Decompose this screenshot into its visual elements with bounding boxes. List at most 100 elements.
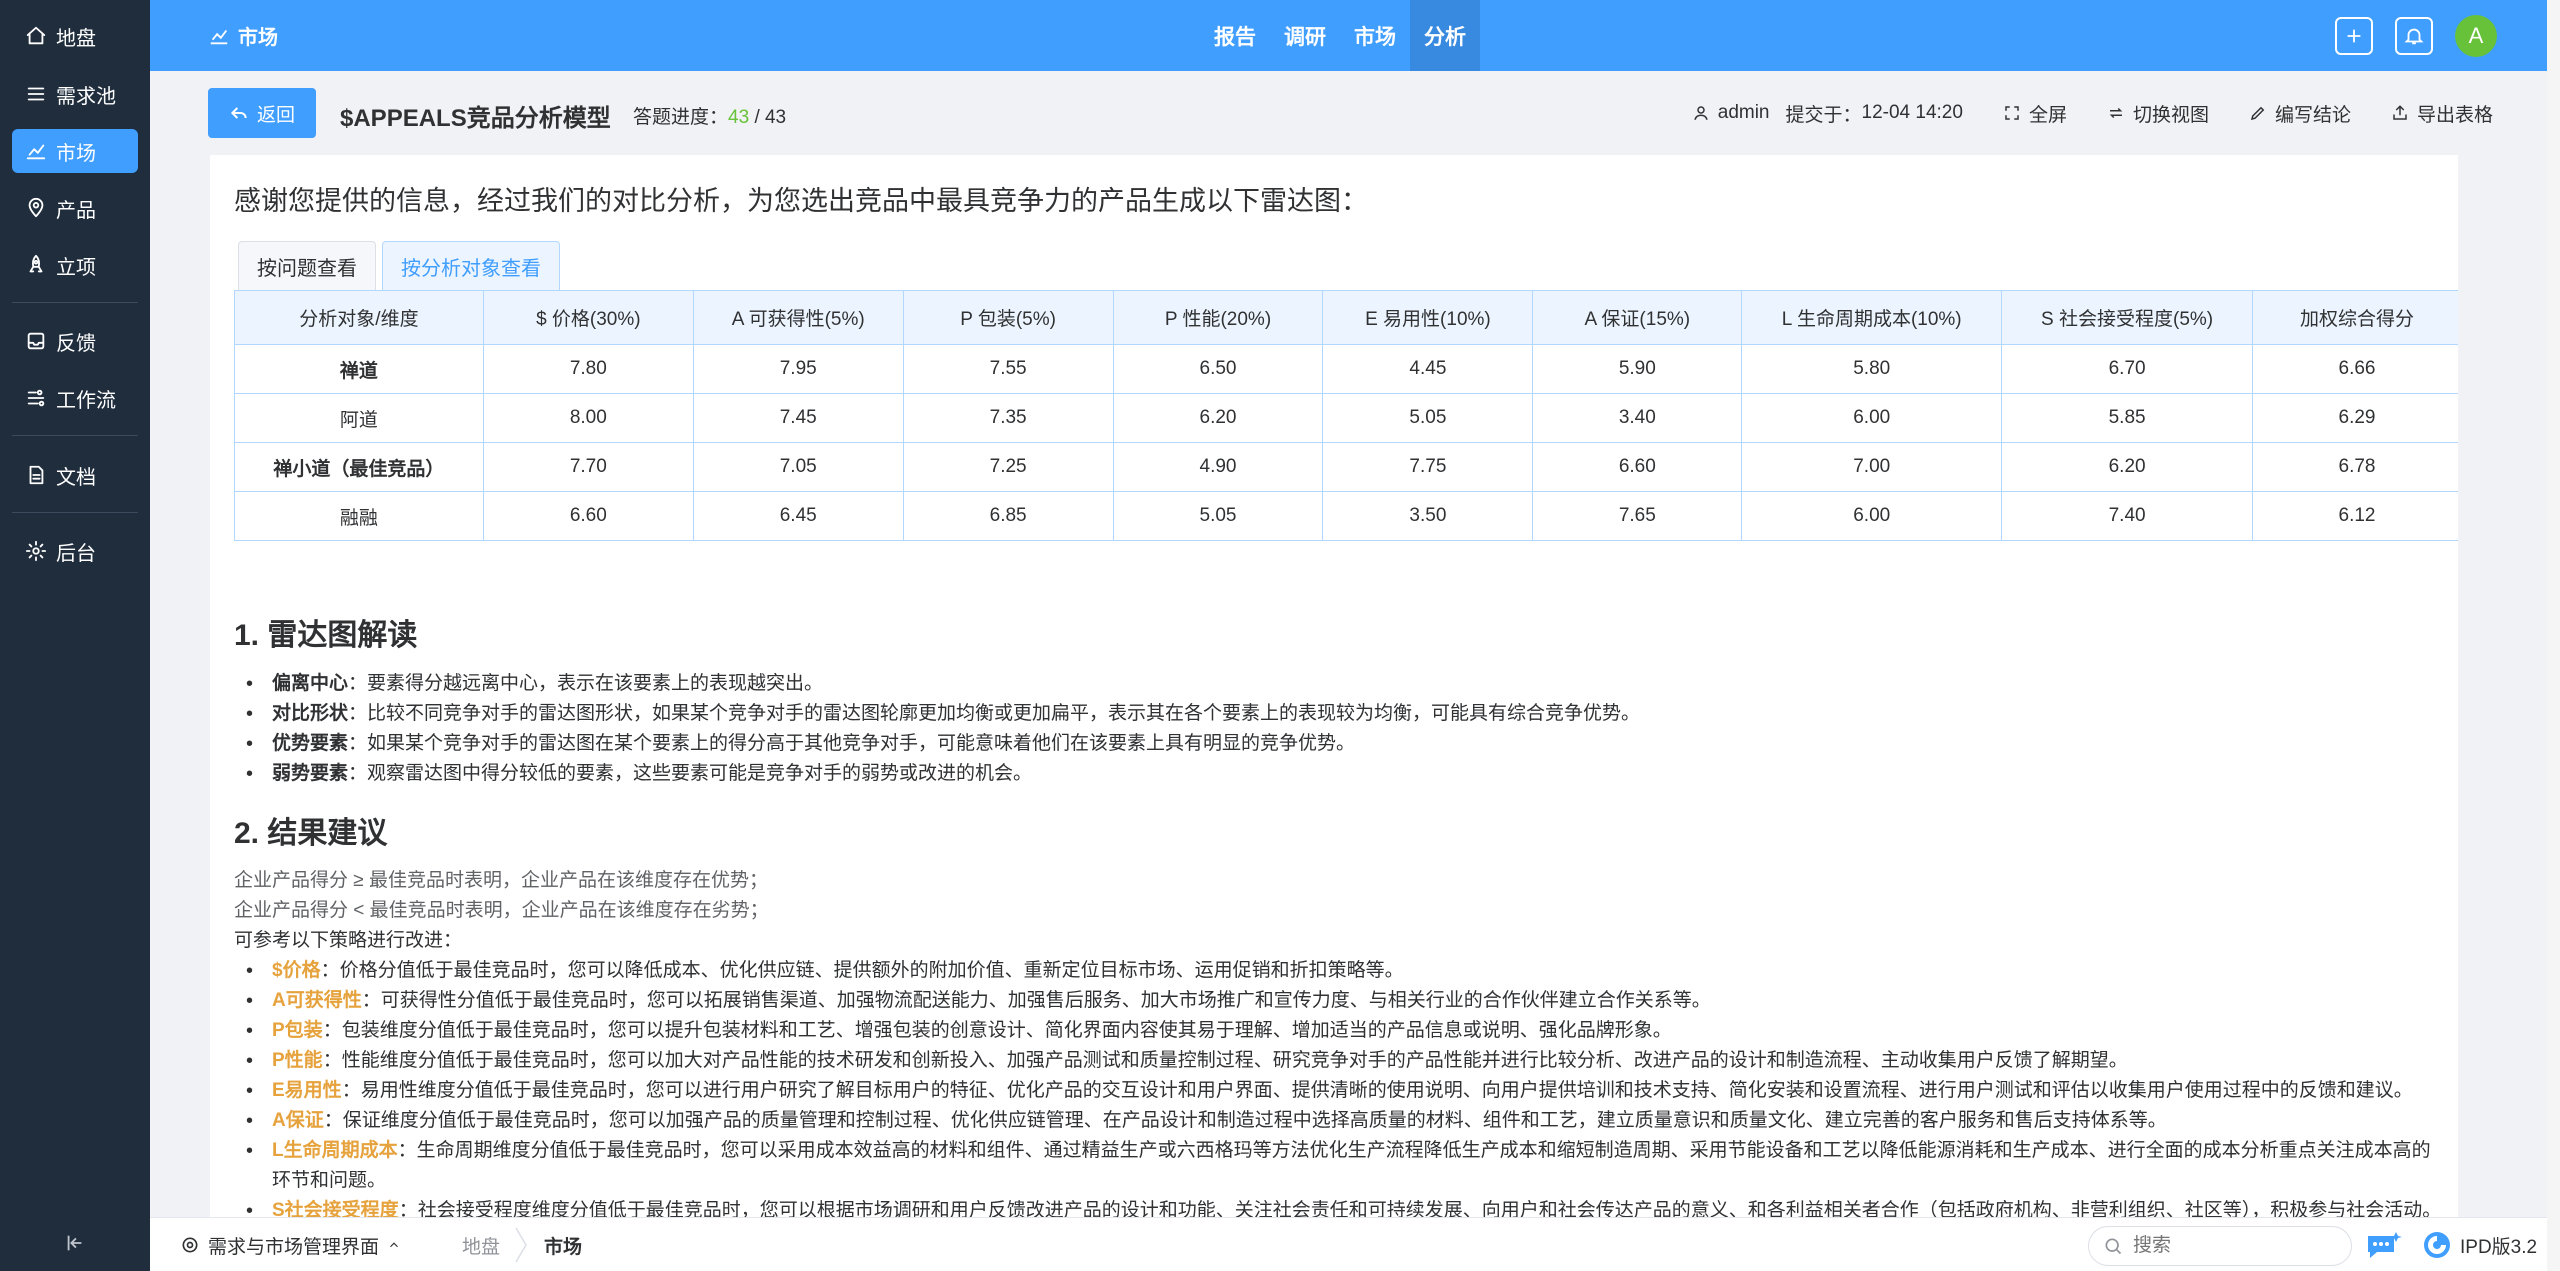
score-cell: 5.80 xyxy=(1741,344,2003,394)
tab-by-object[interactable]: 按分析对象查看 xyxy=(382,241,560,291)
advice-rule-disadvantage: 企业产品得分 < 最佳竞品时表明，企业产品在该维度存在劣势； xyxy=(234,900,769,921)
score-cell: 3.40 xyxy=(1532,393,1743,443)
score-cell: 6.20 xyxy=(1112,393,1324,443)
advice-key: S社会接受程度 xyxy=(272,1200,399,1217)
search-box[interactable] xyxy=(2088,1226,2352,1266)
sidebar-item-workflow[interactable]: 工作流 xyxy=(12,376,138,420)
logo-icon xyxy=(2424,1232,2450,1258)
bullet-key: 弱势要素 xyxy=(272,763,349,784)
list-item: 优势要素：如果某个竞争对手的雷达图在某个要素上的得分高于其他竞争对手，可能意味着… xyxy=(246,729,1640,759)
advice-key: A保证 xyxy=(272,1110,324,1131)
sidebar-item-market[interactable]: 市场 xyxy=(12,129,138,173)
topbar: 市场 报告 调研 市场 分析 A xyxy=(150,0,2547,71)
list-item: S社会接受程度：社会接受程度维度分值低于最佳竞品时，您可以根据市场调研和用户反馈… xyxy=(246,1196,2442,1217)
advice-text: ：包装维度分值低于最佳竞品时，您可以提升包装材料和工艺、增强包装的创意设计、简化… xyxy=(322,1020,1672,1041)
sidebar-divider xyxy=(12,435,138,436)
advice-list: $价格：价格分值低于最佳竞品时，您可以降低成本、优化供应链、提供额外的附加价值、… xyxy=(246,956,2442,1217)
column-header: 分析对象/维度 xyxy=(234,290,484,345)
write-conclusion-button[interactable]: 编写结论 xyxy=(2249,100,2351,127)
advice-text: ：生命周期维度分值低于最佳竞品时，您可以采用成本效益高的材料和组件、通过精益生产… xyxy=(272,1140,2431,1191)
advice-intro: 可参考以下策略进行改进： xyxy=(234,930,463,951)
score-cell: 7.35 xyxy=(902,393,1114,443)
list-item: 弱势要素：观察雷达图中得分较低的要素，这些要素可能是竞争对手的弱势或改进的机会。 xyxy=(246,759,1640,789)
table-row: 阿道 8.00 7.45 7.35 6.20 5.05 3.40 6.00 5.85 6.29 xyxy=(234,393,2458,443)
ai-chat-icon[interactable] xyxy=(2365,1228,2407,1262)
app-switcher[interactable]: 需求与市场管理界面 xyxy=(180,1218,409,1271)
submitted-time: 12-04 14:20 xyxy=(1861,102,1963,123)
sidebar-item-label: 文档 xyxy=(56,466,96,489)
bullet-key: 对比形状 xyxy=(272,703,349,724)
sidebar-item-product[interactable]: 产品 xyxy=(12,186,138,230)
sidebar-item-feedback[interactable]: 反馈 xyxy=(12,319,138,363)
list-item: 偏离中心：要素得分越远离中心，表示在该要素上的表现越突出。 xyxy=(246,669,1640,699)
version-info: IPD版3.2 xyxy=(2422,1218,2537,1271)
nav-analysis[interactable]: 分析 xyxy=(1410,0,1480,71)
search-icon xyxy=(2105,1238,2122,1255)
sidebar-item-dashboard[interactable]: 地盘 xyxy=(12,14,138,58)
list-item: A可获得性：可获得性分值低于最佳竞品时，您可以拓展销售渠道、加强物流配送能力、加… xyxy=(246,986,2442,1016)
advice-text: ：社会接受程度维度分值低于最佳竞品时，您可以根据市场调研和用户反馈改进产品的设计… xyxy=(398,1200,2442,1217)
score-cell: 5.85 xyxy=(2001,393,2254,443)
score-cell: 6.00 xyxy=(1741,491,2003,541)
search-input[interactable] xyxy=(2133,1235,2333,1257)
export-table-button[interactable]: 导出表格 xyxy=(2391,100,2493,127)
add-button[interactable] xyxy=(2335,16,2373,55)
advice-key: A可获得性 xyxy=(272,990,362,1011)
back-button-label: 返回 xyxy=(256,104,295,126)
avatar[interactable]: A xyxy=(2455,14,2497,57)
sidebar-item-requirements[interactable]: 需求池 xyxy=(12,72,138,116)
score-cell: 7.70 xyxy=(482,442,694,492)
tab-by-question[interactable]: 按问题查看 xyxy=(238,241,376,291)
score-cell: 7.05 xyxy=(692,442,904,492)
score-cell: 4.45 xyxy=(1322,344,1534,394)
sidebar-item-label: 工作流 xyxy=(56,389,116,412)
score-cell: 7.75 xyxy=(1322,442,1534,492)
breadcrumb-item-dashboard[interactable]: 地盘 xyxy=(440,1218,527,1271)
score-cell: 5.05 xyxy=(1322,393,1534,443)
sidebar-item-project[interactable]: 立项 xyxy=(12,243,138,287)
document-icon xyxy=(22,464,50,486)
score-cell: 7.25 xyxy=(902,442,1114,492)
progress-done: 43 xyxy=(728,107,750,128)
answer-progress: 答题进度：43 / 43 xyxy=(633,102,786,129)
chart-line-icon xyxy=(210,29,228,44)
score-cell: 7.95 xyxy=(692,344,904,394)
advice-text: ：性能维度分值低于最佳竞品时，您可以加大对产品性能的技术研发和创新投入、加强产品… xyxy=(322,1050,2128,1071)
reply-icon xyxy=(230,107,247,119)
score-cell: 6.50 xyxy=(1112,344,1324,394)
section-title-radar: 1. 雷达图解读 xyxy=(234,619,418,652)
chevron-up-icon xyxy=(390,1242,398,1248)
breadcrumb: 地盘 市场 xyxy=(440,1218,604,1271)
page-title: $APPEALS竞品分析模型 xyxy=(340,105,611,132)
topbar-nav: 报告 调研 市场 分析 xyxy=(1200,0,1480,71)
table-row: 禅道 7.80 7.95 7.55 6.50 4.45 5.90 5.80 6.70 6.66 xyxy=(234,344,2458,394)
notification-button[interactable] xyxy=(2395,16,2433,55)
sidebar-collapse-button[interactable] xyxy=(58,1226,92,1260)
sidebar-item-admin[interactable]: 后台 xyxy=(12,529,138,573)
section-title-advice: 2. 结果建议 xyxy=(234,817,388,850)
intro-text: 感谢您提供的信息，经过我们的对比分析，为您选出竞品中最具竞争力的产品生成以下雷达… xyxy=(234,186,1368,216)
list-item: A保证：保证维度分值低于最佳竞品时，您可以加强产品的质量管理和控制过程、优化供应… xyxy=(246,1106,2442,1136)
table-header-row: 分析对象/维度 $ 价格(30%) A 可获得性(5%) P 包装(5%) P … xyxy=(234,290,2458,345)
back-button[interactable]: 返回 xyxy=(208,88,316,138)
fullscreen-button[interactable]: 全屏 xyxy=(2003,100,2067,127)
column-header: $ 价格(30%) xyxy=(482,290,694,345)
nav-market[interactable]: 市场 xyxy=(1340,0,1410,71)
nav-research[interactable]: 调研 xyxy=(1270,0,1340,71)
bullet-key: 偏离中心 xyxy=(272,673,349,694)
submitter-name: admin xyxy=(1717,102,1770,123)
location-pin-icon xyxy=(22,197,50,219)
advice-key: $价格 xyxy=(272,960,321,981)
workflow-icon xyxy=(22,387,50,409)
sidebar-item-docs[interactable]: 文档 xyxy=(12,453,138,497)
advice-key: P包装 xyxy=(272,1020,323,1041)
nav-report[interactable]: 报告 xyxy=(1200,0,1270,71)
progress-label: 答题进度： xyxy=(633,107,729,128)
sidebar-item-label: 需求池 xyxy=(56,85,116,108)
score-cell: 3.50 xyxy=(1322,491,1534,541)
switch-view-button[interactable]: 切换视图 xyxy=(2107,100,2209,127)
score-cell: 5.90 xyxy=(1532,344,1743,394)
breadcrumb-item-market[interactable]: 市场 xyxy=(522,1218,604,1271)
column-header: L 生命周期成本(10%) xyxy=(1741,290,2003,345)
swap-icon xyxy=(2109,107,2123,119)
